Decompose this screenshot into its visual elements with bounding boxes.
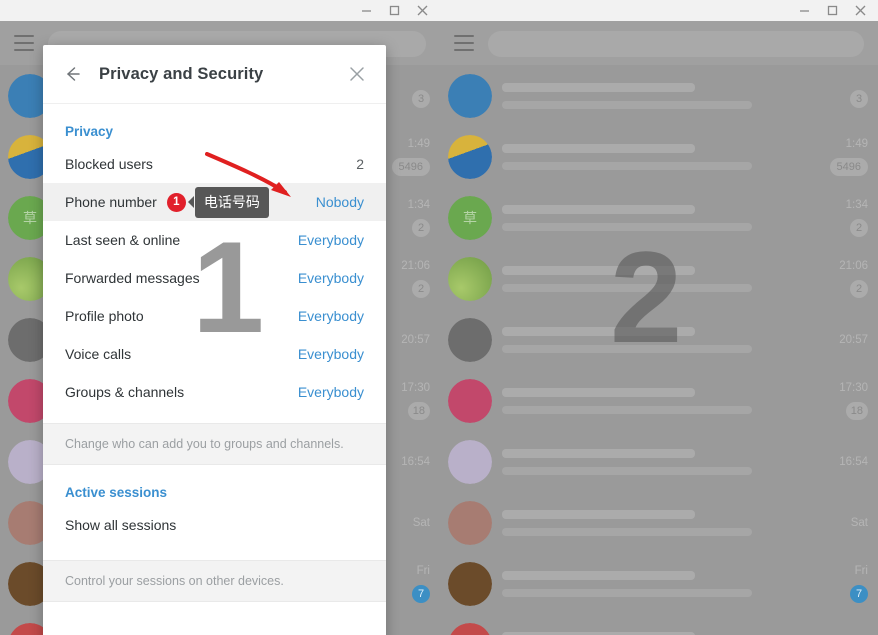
setting-value: Everybody [297,232,364,248]
setting-label: Phone number [65,194,157,210]
setting-label: Show all sessions [65,517,177,533]
chat-badge: 7 [850,585,868,603]
list-item[interactable]: 21:06 2 [440,248,878,309]
avatar: 草 [448,195,492,240]
page-title: Privacy and Security [99,64,264,83]
avatar [448,317,492,362]
chat-badge: 18 [407,402,430,420]
chat-badge: 7 [412,585,430,603]
setting-row-blocked-users[interactable]: Blocked users 2 [43,145,386,183]
list-item[interactable]: 1:49 5496 [440,126,878,187]
privacy-and-security-dialog: Privacy and Security Privacy Blocked use… [43,45,386,635]
chat-badge: 5496 [391,158,430,176]
step-badge-1: 1 [166,192,186,212]
list-item[interactable]: 3 [440,65,878,126]
show-all-sessions-row[interactable]: Show all sessions [43,506,386,544]
section-active-sessions: Active sessions [65,485,168,500]
setting-row-last-seen[interactable]: Last seen & online Everybody [43,221,386,259]
chat-badge: 18 [845,402,868,420]
close-button[interactable] [846,1,874,21]
setting-label: Blocked users [65,156,153,172]
dialog-header: Privacy and Security [43,45,386,104]
list-item[interactable]: Fri 7 [440,553,878,614]
chat-list-right[interactable]: 3 1:49 5496 草 1:34 2 21:06 2 20:57 17:30… [440,65,878,635]
avatar [448,622,492,635]
search-input[interactable] [488,31,864,57]
setting-value: Everybody [297,346,364,362]
setting-row-phone-number[interactable]: Phone number 1 电话号码 Nobody [43,183,386,221]
setting-label: Voice calls [65,346,132,362]
list-item[interactable]: 16:54 [440,431,878,492]
close-button[interactable] [408,1,436,21]
sessions-note: Control your sessions on other devices. [43,560,386,602]
chat-timestamp: Sat [850,516,868,529]
groups-note: Change who can add you to groups and cha… [43,423,386,465]
screen: 3 1:49 5496 草 1:34 2 21:06 2 20:57 17:30… [0,0,878,635]
list-item[interactable]: Sat [440,492,878,553]
chat-timestamp: 20:57 [839,333,868,346]
setting-value: 2 [356,156,364,172]
close-icon[interactable] [344,61,370,87]
maximize-button[interactable] [818,1,846,21]
chat-badge: 5496 [829,158,868,176]
setting-row-voice-calls[interactable]: Voice calls Everybody [43,335,386,373]
setting-row-forwarded-messages[interactable]: Forwarded messages Everybody [43,259,386,297]
avatar [448,378,492,423]
chat-badge: 2 [412,280,430,298]
minimize-button[interactable] [790,1,818,21]
app-topbar [440,21,878,65]
avatar [448,256,492,301]
hamburger-menu-icon[interactable] [14,35,34,56]
setting-value: Everybody [297,384,364,400]
chat-badge: 2 [850,280,868,298]
setting-label: Last seen & online [65,232,181,248]
setting-label: Groups & channels [65,384,185,400]
chat-badge: 2 [412,219,430,237]
setting-value: Everybody [297,270,364,286]
chat-timestamp: 21:06 [839,260,868,272]
setting-label: Forwarded messages [65,270,200,286]
section-privacy: Privacy [65,124,114,139]
list-item[interactable]: 草 1:34 2 [440,187,878,248]
avatar [448,561,492,606]
avatar [448,500,492,545]
minimize-button[interactable] [352,1,380,21]
avatar [448,73,492,118]
telegram-background-right: 3 1:49 5496 草 1:34 2 21:06 2 20:57 17:30… [440,21,878,635]
setting-row-profile-photo[interactable]: Profile photo Everybody [43,297,386,335]
chat-timestamp: Fri [854,565,868,577]
avatar [448,439,492,484]
arrow-left-icon[interactable] [59,61,85,87]
chat-timestamp: 16:54 [839,455,868,468]
list-item[interactable]: Fri [440,614,878,635]
list-item[interactable]: 20:57 [440,309,878,370]
chat-badge: 3 [850,90,868,108]
tooltip-phone-number: 电话号码 [187,186,269,218]
telegram-window-left: 3 1:49 5496 草 1:34 2 21:06 2 20:57 17:30… [0,0,440,635]
chat-timestamp: 1:34 [845,199,868,211]
list-item[interactable]: 17:30 18 [440,370,878,431]
chat-timestamp: 17:30 [839,382,868,394]
setting-value: Everybody [297,308,364,324]
telegram-window-right: 3 1:49 5496 草 1:34 2 21:06 2 20:57 17:30… [440,0,878,635]
hamburger-menu-icon[interactable] [454,35,474,56]
chat-badge: 3 [412,90,430,108]
chat-badge: 2 [850,219,868,237]
titlebar-left [0,0,440,21]
setting-label: Profile photo [65,308,144,324]
chat-timestamp: 1:49 [845,138,868,150]
maximize-button[interactable] [380,1,408,21]
titlebar-right [440,0,878,21]
setting-row-groups-channels[interactable]: Groups & channels Everybody [43,373,386,411]
avatar [448,134,492,179]
setting-value: Nobody [315,194,364,210]
